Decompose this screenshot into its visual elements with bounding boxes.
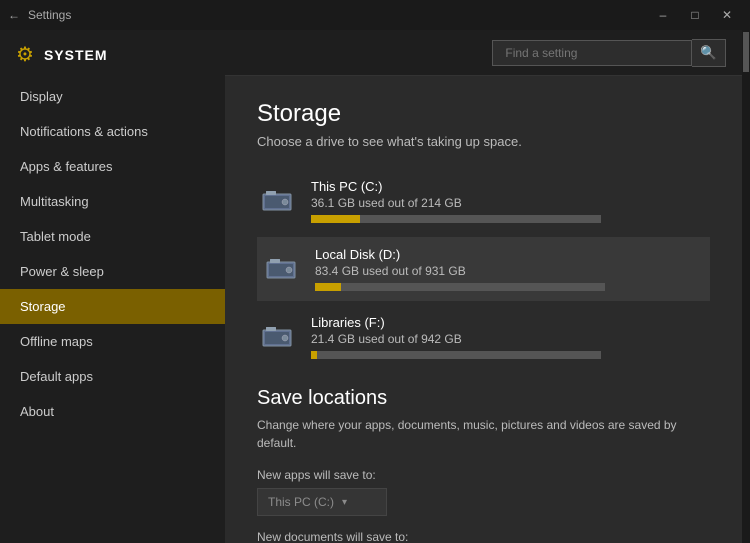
save-locations-title: Save locations	[257, 387, 710, 410]
drive-bar-bg-c	[311, 215, 601, 223]
save-location-apps: New apps will save to: This PC (C:) ▾	[257, 468, 710, 530]
drive-usage-c: 36.1 GB used out of 214 GB	[311, 196, 710, 210]
apps-dropdown-arrow: ▾	[342, 497, 347, 508]
search-button[interactable]: 🔍	[692, 39, 726, 67]
sidebar-item-storage[interactable]: Storage	[0, 289, 225, 324]
content-area: Storage Choose a drive to see what's tak…	[225, 76, 742, 543]
maximize-button[interactable]: □	[680, 5, 710, 25]
content-inner: Storage Choose a drive to see what's tak…	[225, 76, 742, 543]
drive-icon-c	[257, 183, 297, 219]
docs-save-label: New documents will save to:	[257, 530, 710, 543]
drive-info-c: This PC (C:) 36.1 GB used out of 214 GB	[311, 179, 710, 223]
minimize-button[interactable]: –	[648, 5, 678, 25]
save-locations-desc: Change where your apps, documents, music…	[257, 416, 710, 452]
scroll-thumb[interactable]	[743, 32, 749, 72]
back-icon[interactable]: ←	[8, 8, 20, 22]
drive-bar-bg-d	[315, 283, 605, 291]
sidebar-item-notifications[interactable]: Notifications & actions	[0, 114, 225, 149]
page-title: Storage	[257, 100, 710, 128]
drive-item-c[interactable]: This PC (C:) 36.1 GB used out of 214 GB	[257, 169, 710, 233]
search-input[interactable]	[492, 40, 692, 66]
drive-info-d: Local Disk (D:) 83.4 GB used out of 931 …	[315, 247, 710, 291]
sidebar-item-power[interactable]: Power & sleep	[0, 254, 225, 289]
drive-name-f: Libraries (F:)	[311, 315, 710, 330]
save-location-documents: New documents will save to: This PC (C:)…	[257, 530, 710, 543]
apps-save-label: New apps will save to:	[257, 468, 710, 482]
sidebar-nav: Display Notifications & actions Apps & f…	[0, 79, 225, 543]
drive-usage-d: 83.4 GB used out of 931 GB	[315, 264, 710, 278]
close-button[interactable]: ✕	[712, 5, 742, 25]
window-controls: – □ ✕	[648, 5, 742, 25]
sidebar-item-about[interactable]: About	[0, 394, 225, 429]
titlebar: ← Settings – □ ✕	[0, 0, 750, 30]
page-subtitle: Choose a drive to see what's taking up s…	[257, 134, 710, 149]
sidebar: ⚙ SYSTEM Display Notifications & actions…	[0, 30, 225, 543]
drive-icon-f	[257, 319, 297, 355]
sidebar-header: ⚙ SYSTEM	[0, 30, 225, 79]
apps-save-value: This PC (C:)	[268, 495, 334, 509]
drive-bar-fill-f	[311, 351, 317, 359]
drive-usage-f: 21.4 GB used out of 942 GB	[311, 332, 710, 346]
system-label: SYSTEM	[44, 47, 108, 63]
drive-info-f: Libraries (F:) 21.4 GB used out of 942 G…	[311, 315, 710, 359]
sidebar-item-offline[interactable]: Offline maps	[0, 324, 225, 359]
drive-item-f[interactable]: Libraries (F:) 21.4 GB used out of 942 G…	[257, 305, 710, 369]
search-bar: 🔍	[492, 39, 726, 67]
sidebar-item-multitasking[interactable]: Multitasking	[0, 184, 225, 219]
drive-bar-fill-c	[311, 215, 360, 223]
sidebar-item-display[interactable]: Display	[0, 79, 225, 114]
scrollbar[interactable]	[742, 30, 750, 543]
sidebar-item-default[interactable]: Default apps	[0, 359, 225, 394]
sidebar-item-tablet[interactable]: Tablet mode	[0, 219, 225, 254]
apps-save-dropdown[interactable]: This PC (C:) ▾	[257, 488, 387, 516]
drive-bar-fill-d	[315, 283, 341, 291]
drive-name-c: This PC (C:)	[311, 179, 710, 194]
drive-icon-d	[261, 251, 301, 287]
gear-icon: ⚙	[16, 42, 34, 67]
sidebar-item-apps[interactable]: Apps & features	[0, 149, 225, 184]
drive-item-d[interactable]: Local Disk (D:) 83.4 GB used out of 931 …	[257, 237, 710, 301]
drive-bar-bg-f	[311, 351, 601, 359]
topbar: 🔍	[225, 30, 742, 76]
titlebar-title: Settings	[28, 8, 648, 22]
main-area: 🔍 Storage Choose a drive to see what's t…	[225, 30, 742, 543]
drive-name-d: Local Disk (D:)	[315, 247, 710, 262]
